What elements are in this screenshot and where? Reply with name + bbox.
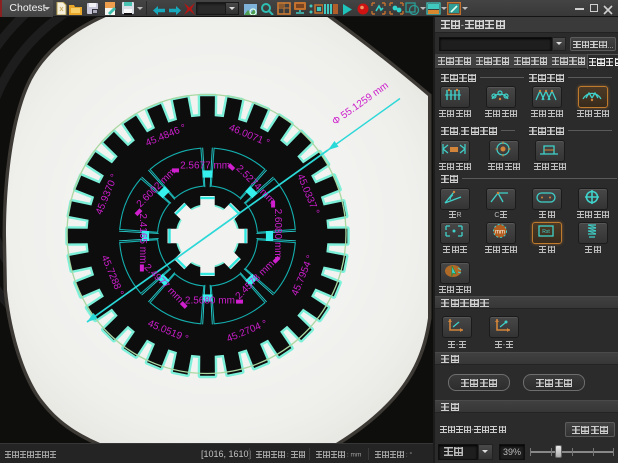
svg-text:2.5677 mm: 2.5677 mm	[180, 161, 230, 172]
svg-text:2.4165 mm: 2.4165 mm	[137, 213, 148, 263]
svg-text:2.5680 mm: 2.5680 mm	[185, 296, 235, 307]
svg-text:2.6080 mm: 2.6080 mm	[272, 209, 283, 259]
svg-text:mm: mm	[495, 230, 505, 236]
svg-text:Rst: Rst	[542, 229, 550, 235]
